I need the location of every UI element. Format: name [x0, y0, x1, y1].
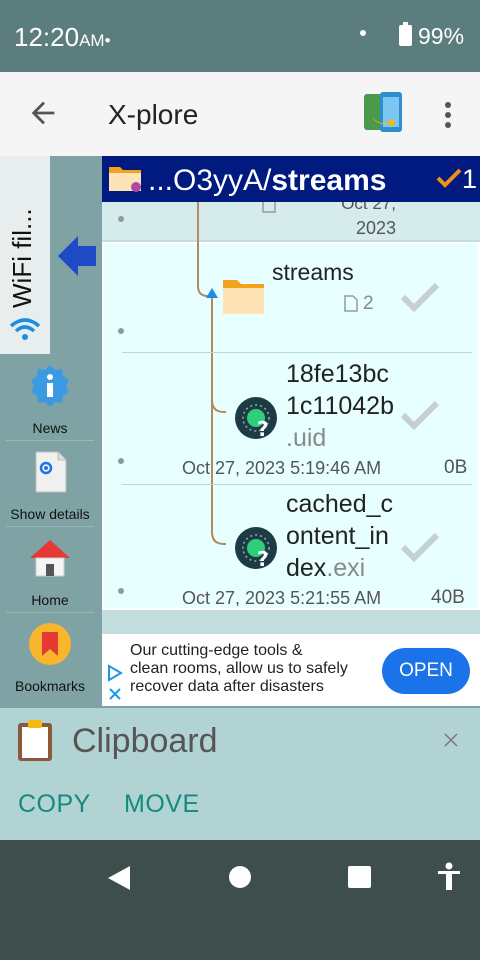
sidebar-item-show-details[interactable]: Show details — [0, 444, 100, 530]
battery-percent: 99% — [418, 23, 465, 49]
copy-button[interactable]: COPY — [18, 790, 91, 819]
folder-icon — [223, 280, 264, 314]
item-date: Oct 27, 2023 5:21:55 AM — [182, 588, 382, 608]
home-icon — [30, 540, 70, 577]
ad-choices-icon[interactable] — [107, 664, 123, 682]
bookmark-icon — [29, 623, 71, 665]
status-bar: 12:20AM• 99% — [0, 0, 480, 72]
path-bar[interactable]: ...O3yyA/streams 1 — [102, 156, 480, 202]
sidebar-item-home[interactable]: Home — [0, 530, 100, 616]
accessibility-icon[interactable] — [436, 862, 462, 892]
wifi-tab-label: WiFi fil... — [7, 208, 37, 308]
clipboard-title: Clipboard — [72, 722, 218, 760]
sidebar-item-label: Home — [31, 592, 69, 608]
select-check-icon[interactable] — [400, 280, 440, 314]
file-list[interactable]: Oct 27, 2023 streams 2 ? 18fe13bc 1c1104… — [102, 202, 480, 634]
selected-count: 1 — [462, 164, 478, 194]
item-size: 40B — [431, 587, 465, 608]
move-button[interactable]: MOVE — [124, 790, 200, 819]
ad-open-button[interactable]: OPEN — [382, 648, 470, 694]
file-name: streams — [272, 259, 354, 285]
panel-switch-arrow-icon[interactable] — [56, 234, 98, 278]
ad-close-icon[interactable] — [108, 687, 122, 701]
item-size: 0B — [444, 457, 468, 478]
nav-back-icon[interactable] — [106, 864, 132, 892]
status-time: 12:20AM• — [14, 22, 111, 52]
side-panel: WiFi fil... News Show details Home Bookm… — [0, 156, 102, 706]
sidebar-item-label: News — [32, 420, 68, 436]
folder-icon — [109, 167, 141, 192]
device-transfer-icon[interactable] — [362, 90, 404, 136]
ad-text: Our cutting-edge tools & clean rooms, al… — [130, 642, 348, 695]
back-arrow-icon[interactable] — [26, 96, 60, 130]
current-path: ...O3yyA/streams — [148, 164, 387, 197]
sidebar-item-label: Bookmarks — [14, 678, 86, 694]
selected-check-icon — [436, 168, 462, 188]
svg-text:?: ? — [257, 417, 269, 440]
document-details-icon — [35, 451, 67, 493]
wifi-file-sharing-tab[interactable]: WiFi fil... — [0, 156, 50, 354]
ad-banner[interactable]: Our cutting-edge tools & clean rooms, al… — [102, 634, 480, 706]
notification-dot-icon — [360, 30, 366, 36]
sub-item-count: 2 — [363, 293, 374, 314]
unknown-file-icon: ? — [235, 527, 277, 570]
clipboard-icon — [18, 720, 52, 761]
sidebar-item-bookmarks[interactable]: Bookmarks — [0, 616, 100, 702]
unknown-file-icon: ? — [235, 397, 277, 440]
system-nav-bar — [0, 840, 480, 960]
more-options-icon[interactable] — [438, 100, 458, 130]
clipboard-panel: Clipboard COPY MOVE — [0, 708, 480, 840]
battery-icon — [399, 22, 412, 46]
file-name: 18fe13bc 1c11042b .uid — [286, 360, 394, 452]
svg-text:?: ? — [257, 547, 269, 570]
app-title: X-plore — [108, 99, 199, 130]
info-icon — [31, 365, 69, 407]
nav-recents-icon[interactable] — [348, 866, 371, 888]
select-check-icon[interactable] — [400, 530, 440, 564]
sidebar-item-news[interactable]: News — [0, 358, 100, 444]
wifi-icon — [9, 318, 41, 340]
nav-home-icon[interactable] — [229, 866, 251, 888]
item-date: Oct 27, 2023 5:19:46 AM — [182, 458, 382, 478]
app-bar: X-plore — [0, 72, 480, 156]
select-check-icon[interactable] — [400, 398, 440, 432]
sidebar-item-label: Show details — [10, 506, 90, 522]
file-count-icon — [344, 295, 358, 312]
file-name: cached_c ontent_in dex.exi — [286, 490, 394, 582]
close-icon[interactable] — [443, 732, 459, 748]
